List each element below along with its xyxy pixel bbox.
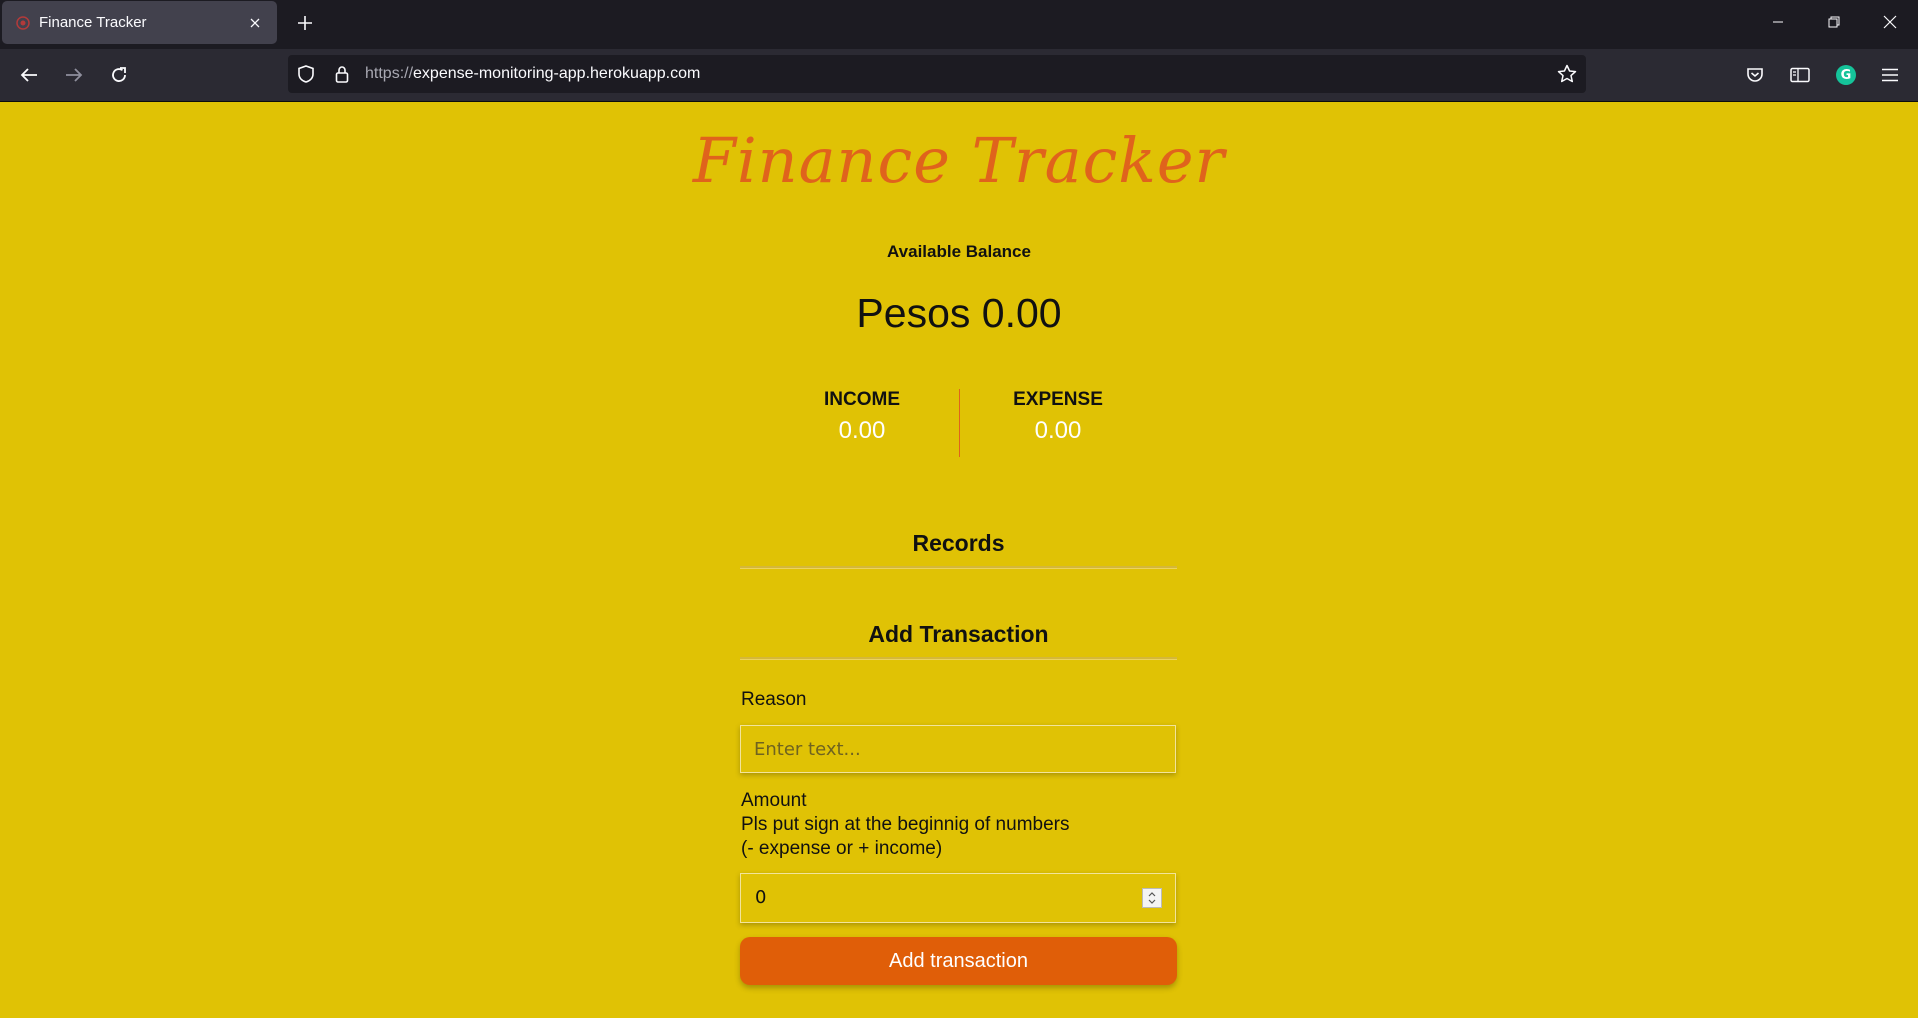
income-expense-summary: INCOME 0.00 EXPENSE 0.00 xyxy=(765,389,1155,457)
add-transaction-divider xyxy=(740,657,1177,660)
tab-title: Finance Tracker xyxy=(39,14,147,31)
forward-arrow-icon[interactable] xyxy=(59,60,89,90)
new-tab-icon[interactable] xyxy=(290,8,320,38)
income-label: INCOME xyxy=(824,389,900,410)
income-panel: INCOME 0.00 xyxy=(765,389,959,445)
minimize-window-icon[interactable] xyxy=(1750,0,1806,44)
url-host: expense-monitoring-app.herokuapp.com xyxy=(413,65,701,82)
add-transaction-button[interactable]: Add transaction xyxy=(740,937,1177,985)
add-transaction-heading: Add Transaction xyxy=(868,621,1049,647)
balance-label: Available Balance xyxy=(887,242,1031,261)
hamburger-menu-icon[interactable] xyxy=(1876,61,1904,89)
url-text[interactable]: https://expense-monitoring-app.herokuapp… xyxy=(365,65,700,83)
grammarly-extension-icon[interactable]: G xyxy=(1832,61,1860,89)
browser-nav-bar: https://expense-monitoring-app.herokuapp… xyxy=(0,49,1918,102)
amount-hint-line-2: (- expense or + income) xyxy=(741,838,943,859)
amount-label-group: Amount Pls put sign at the beginnig of n… xyxy=(741,789,1069,861)
sidebar-toggle-icon[interactable] xyxy=(1786,61,1814,89)
close-tab-icon[interactable] xyxy=(241,9,269,37)
address-bar[interactable]: https://expense-monitoring-app.herokuapp… xyxy=(288,55,1586,93)
reload-icon[interactable] xyxy=(104,60,134,90)
records-heading: Records xyxy=(912,530,1005,556)
amount-hint-line-1: Pls put sign at the beginnig of numbers xyxy=(741,814,1070,835)
reason-label: Reason xyxy=(741,689,807,710)
restore-window-icon[interactable] xyxy=(1806,0,1862,44)
browser-tab-strip: Finance Tracker xyxy=(0,0,1918,49)
amount-input[interactable]: 0 xyxy=(740,873,1176,923)
close-window-icon[interactable] xyxy=(1862,0,1918,44)
expense-panel: EXPENSE 0.00 xyxy=(961,389,1155,445)
back-arrow-icon[interactable] xyxy=(14,60,44,90)
reason-input[interactable] xyxy=(740,725,1176,773)
url-scheme: https:// xyxy=(365,65,414,82)
add-transaction-section: Add Transaction xyxy=(740,621,1177,660)
bookmark-star-icon[interactable] xyxy=(1556,63,1578,85)
summary-divider xyxy=(959,389,960,457)
records-divider xyxy=(740,566,1177,569)
expense-value: 0.00 xyxy=(1034,417,1082,444)
lock-icon[interactable] xyxy=(332,64,352,84)
expense-label: EXPENSE xyxy=(1013,389,1103,410)
income-value: 0.00 xyxy=(838,417,886,444)
app-title: Finance Tracker xyxy=(692,124,1226,197)
site-favicon-icon xyxy=(15,15,31,31)
records-section: Records xyxy=(740,530,1177,569)
browser-tab[interactable]: Finance Tracker xyxy=(2,1,277,44)
pocket-icon[interactable] xyxy=(1741,61,1769,89)
amount-value: 0 xyxy=(755,887,767,908)
number-spinner-icon[interactable] xyxy=(1142,888,1162,908)
page-content: Finance Tracker Available Balance Pesos … xyxy=(0,102,1918,1018)
tracking-protection-shield-icon[interactable] xyxy=(296,64,316,84)
amount-label: Amount xyxy=(741,790,807,811)
balance-value: Pesos 0.00 xyxy=(856,290,1062,336)
